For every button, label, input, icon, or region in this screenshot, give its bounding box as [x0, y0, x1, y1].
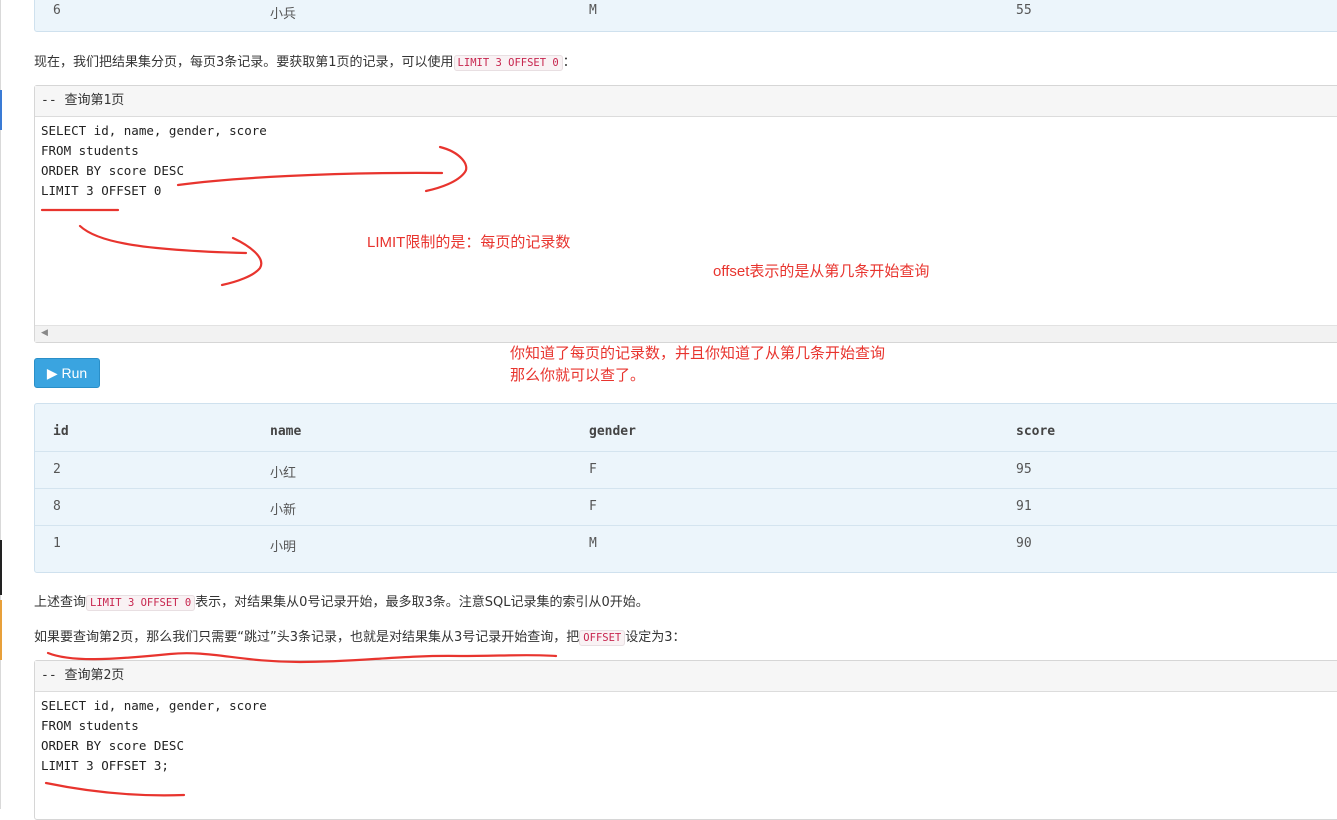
- inline-code: OFFSET: [579, 630, 626, 646]
- scroll-left-icon[interactable]: ◀: [41, 328, 48, 338]
- paragraph-limit-explanation: 上述查询 LIMIT 3 OFFSET 0 表示，对结果集从0号记录开始，最多取3条…: [34, 591, 649, 611]
- code-editor-header: -- 查询第2页: [35, 661, 1337, 692]
- inline-code: LIMIT 3 OFFSET 0: [453, 55, 563, 71]
- code-line: ORDER BY score DESC: [41, 163, 184, 178]
- table-cell: F: [589, 462, 597, 477]
- code-line: SELECT id, name, gender, score: [41, 698, 267, 713]
- code-line: FROM students: [41, 143, 139, 158]
- paragraph-text: 表示，对结果集从0号记录开始，最多取3条。注意SQL记录集的索引从0开始。: [195, 595, 649, 610]
- offset-annotation: offset表示的是从第几条开始查询: [713, 263, 930, 280]
- table-cell: M: [589, 536, 597, 551]
- table-row: 8 小新 F 91: [35, 488, 1337, 526]
- table-cell: 8: [53, 499, 61, 514]
- column-header: id: [53, 424, 69, 439]
- code-line: SELECT id, name, gender, score: [41, 123, 267, 138]
- run-button[interactable]: ▶ Run: [34, 358, 100, 388]
- table-cell: 小红: [270, 466, 297, 481]
- sql-code-editor-page2[interactable]: -- 查询第2页 SELECT id, name, gender, score …: [34, 660, 1337, 820]
- paragraph-text: 上述查询: [34, 595, 87, 610]
- table-cell: 1: [53, 536, 61, 551]
- table-cell: 90: [1016, 536, 1032, 551]
- table-row: 1 小明 M 90: [35, 525, 1337, 563]
- code-line: LIMIT 3 OFFSET 0: [41, 183, 162, 198]
- horizontal-scrollbar[interactable]: ◀: [35, 325, 1337, 342]
- paragraph-text: 现在，我们把结果集分页，每页3条记录。要获取第1页的记录，可以使用: [34, 55, 454, 70]
- table-cell-name: 小兵: [270, 7, 297, 22]
- column-header: name: [270, 424, 302, 439]
- code-editor-header: -- 查询第1页: [35, 86, 1337, 117]
- left-window-edge-dark: [0, 540, 2, 595]
- column-header: score: [1016, 424, 1056, 439]
- code-editor-body[interactable]: SELECT id, name, gender, score FROM stud…: [35, 692, 1337, 780]
- query-result-table: id name gender score 2 小红 F 95 8 小新 F 91…: [34, 403, 1337, 573]
- paragraph-text: 设定为3：: [625, 630, 686, 645]
- paragraph-page1-intro: 现在，我们把结果集分页，每页3条记录。要获取第1页的记录，可以使用 LIMIT 3…: [34, 51, 576, 71]
- table-cell-id: 6: [53, 3, 61, 18]
- paragraph-text: ：: [562, 55, 576, 70]
- paragraph-text: 如果要查询第2页，那么我们只需要“跳过”头3条记录，也就是对结果集从3号记录开始…: [34, 630, 580, 645]
- paragraph-page2-intro: 如果要查询第2页，那么我们只需要“跳过”头3条记录，也就是对结果集从3号记录开始…: [34, 626, 686, 646]
- table-header-row: id name gender score: [35, 414, 1337, 451]
- table-cell: F: [589, 499, 597, 514]
- code-line: FROM students: [41, 718, 139, 733]
- table-cell: 91: [1016, 499, 1032, 514]
- inline-code: LIMIT 3 OFFSET 0: [86, 595, 196, 611]
- sql-code-editor-page1[interactable]: -- 查询第1页 SELECT id, name, gender, score …: [34, 85, 1337, 343]
- table-cell: 2: [53, 462, 61, 477]
- table-cell-score: 55: [1016, 3, 1032, 18]
- table-row: 2 小红 F 95: [35, 451, 1337, 489]
- table-cell-gender: M: [589, 3, 597, 18]
- limit-annotation: LIMIT限制的是：每页的记录数: [367, 234, 571, 251]
- table-cell: 95: [1016, 462, 1032, 477]
- summary-annotation-line2: 那么你就可以查了。: [510, 367, 646, 384]
- previous-result-table: 6 小兵 M 55: [34, 0, 1337, 32]
- left-window-edge-blue: [0, 90, 2, 130]
- summary-annotation-line1: 你知道了每页的记录数，并且你知道了从第几条开始查询: [510, 345, 886, 362]
- code-line: LIMIT 3 OFFSET 3;: [41, 758, 169, 773]
- code-editor-body[interactable]: SELECT id, name, gender, score FROM stud…: [35, 117, 1337, 205]
- left-window-edge-orange: [0, 600, 2, 660]
- column-header: gender: [589, 424, 636, 439]
- table-cell: 小新: [270, 503, 297, 518]
- code-line: ORDER BY score DESC: [41, 738, 184, 753]
- table-cell: 小明: [270, 540, 297, 555]
